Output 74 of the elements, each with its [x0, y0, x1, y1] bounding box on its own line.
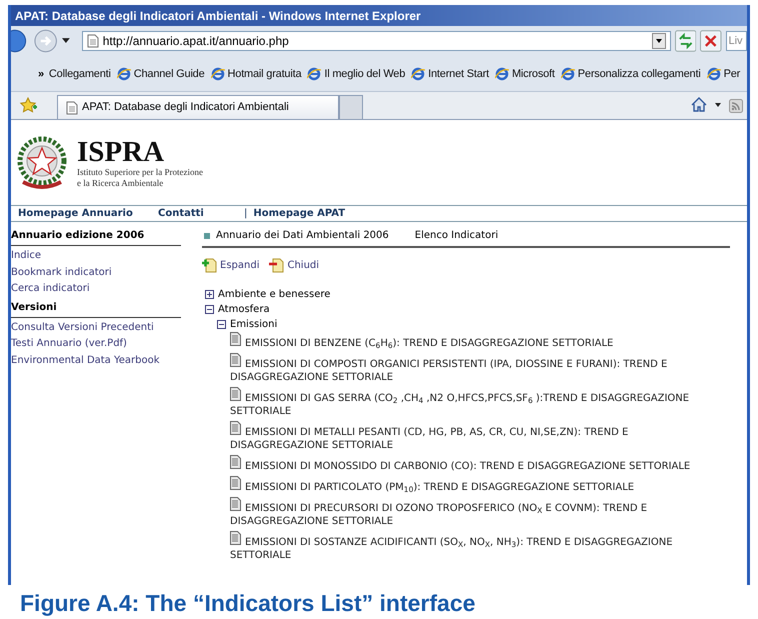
browser-page-icon	[411, 67, 426, 81]
document-icon	[230, 476, 241, 490]
sidebar-heading: Annuario edizione 2006	[11, 228, 181, 246]
favorites-star-icon[interactable]	[19, 97, 37, 113]
tree-node[interactable]: Ambiente e benessere	[218, 287, 330, 302]
breadcrumb-text: Annuario dei Dati Ambientali 2006	[216, 229, 389, 243]
sidebar-link[interactable]: Testi Annuario (ver.Pdf)	[11, 338, 127, 350]
page-icon	[66, 100, 78, 114]
sidebar-link[interactable]: Indice	[11, 250, 42, 262]
collapse-icon[interactable]	[205, 305, 214, 314]
expand-icon[interactable]	[205, 290, 214, 299]
close-icon[interactable]	[700, 30, 722, 52]
browser-page-icon	[706, 67, 721, 81]
collapse-icon[interactable]	[217, 320, 226, 329]
nav-link[interactable]: Contatti	[158, 206, 204, 221]
expand-page-icon	[202, 258, 217, 273]
expand-all-button[interactable]: Espandi	[202, 258, 260, 273]
document-icon	[230, 421, 241, 435]
figure-caption: Figure A.4: The “Indicators List” interface	[20, 590, 476, 616]
logo-subtitle: e la Ricerca Ambientale	[77, 178, 164, 188]
indicator-link[interactable]: EMISSIONI DI COMPOSTI ORGANICI PERSISTENTI (IPA, DIOSSINE E FURANI): TREND E DISAGGREGAZIONE SETTORIALE	[230, 353, 726, 384]
link-item[interactable]: Personalizza collegamenti	[560, 66, 701, 82]
home-icon[interactable]	[691, 97, 707, 112]
tree-node[interactable]: Emissioni	[230, 317, 278, 332]
indicator-link[interactable]: EMISSIONI DI PRECURSORI DI OZONO TROPOSFERICO (NO$_{X}$ E COVNM): TREND E DISAGGREGAZIONE SETTORIALE	[230, 497, 726, 528]
refresh-icon[interactable]	[674, 30, 696, 52]
logo-subtitle: Istituto Superiore per la Protezione	[77, 166, 203, 178]
nav-separator: |	[244, 207, 248, 221]
bullet-icon	[204, 232, 210, 238]
browser-page-icon	[116, 67, 131, 81]
document-icon	[230, 455, 241, 469]
link-item[interactable]: Internet Start	[411, 66, 489, 82]
collapse-page-icon	[269, 258, 284, 273]
link-item[interactable]: Il meglio del Web	[307, 66, 406, 82]
collapse-all-button[interactable]: Chiudi	[269, 258, 320, 273]
sidebar-link[interactable]: Environmental Data Yearbook	[11, 354, 160, 366]
browser-page-icon	[307, 67, 322, 81]
link-item[interactable]: Microsoft	[494, 66, 555, 82]
window-title: APAT: Database degli Indicatori Ambientali - Windows Internet Explorer	[15, 8, 421, 24]
document-icon	[230, 353, 241, 367]
browser-tab[interactable]: APAT: Database degli Indicatori Ambientali	[57, 95, 339, 119]
page-icon	[86, 34, 99, 48]
chevron-text[interactable]: »	[38, 66, 44, 82]
nav-link[interactable]: Homepage APAT	[253, 206, 346, 221]
browser-page-icon	[560, 67, 575, 81]
tree-node[interactable]: Atmosfera	[218, 302, 270, 317]
link-item[interactable]: Channel Guide	[116, 66, 205, 82]
sidebar-link[interactable]: Consulta Versioni Precedenti	[11, 322, 154, 334]
sidebar-link[interactable]: Cerca indicatori	[11, 283, 90, 295]
logo-text: ISPRA	[77, 136, 166, 166]
links-label[interactable]: Collegamenti	[48, 66, 111, 82]
document-icon	[230, 332, 241, 346]
indicator-link[interactable]: EMISSIONI DI METALLI PESANTI (CD, HG, PB, AS, CR, CU, NI,SE,ZN): TREND E DISAGGREGAZIONE SETTORIALE	[230, 421, 726, 452]
nav-link[interactable]: Homepage Annuario	[18, 206, 133, 221]
dropdown-arrow-icon[interactable]	[62, 38, 70, 44]
link-item[interactable]: Per	[706, 66, 740, 82]
indicator-link[interactable]: EMISSIONI DI MONOSSIDO DI CARBONIO (CO): TREND E DISAGGREGAZIONE SETTORIALE	[230, 455, 690, 473]
link-item[interactable]: Hotmail gratuita	[210, 66, 302, 82]
address-field[interactable]: http://annuario.apat.it/annuario.php	[82, 31, 671, 51]
document-icon	[230, 497, 241, 511]
browser-page-icon	[210, 67, 225, 81]
search-field[interactable]: Liv	[726, 31, 747, 51]
dropdown-arrow-icon[interactable]	[715, 103, 721, 107]
indicator-link[interactable]: EMISSIONI DI PARTICOLATO (PM$_{10}$): TREND E DISAGGREGAZIONE SETTORIALE	[230, 476, 634, 494]
sidebar-heading: Versioni	[11, 300, 181, 318]
indicator-link[interactable]: EMISSIONI DI GAS SERRA (CO$_{2}$ ,CH$_{4}$ ,N2 O,HFCS,PFCS,SF$_{6}$ ):TREND E DISAGGREGAZIONE SETTORIALE	[230, 387, 726, 418]
document-icon	[230, 531, 241, 545]
indicator-link[interactable]: EMISSIONI DI BENZENE (C$_{6}$H$_{6}$): TREND E DISAGGREGAZIONE SETTORIALE	[230, 332, 614, 350]
sidebar-link[interactable]: Bookmark indicatori	[11, 266, 112, 278]
page-heading: Elenco Indicatori	[414, 229, 498, 243]
back-icon[interactable]	[11, 29, 29, 53]
indicator-link[interactable]: EMISSIONI DI SOSTANZE ACIDIFICANTI (SO$_{X}$, NO$_{X}$, NH$_{3}$): TREND E DISAGGREGAZIONE SETTORIALE	[230, 531, 726, 562]
document-icon	[230, 387, 241, 401]
browser-page-icon	[494, 67, 509, 81]
